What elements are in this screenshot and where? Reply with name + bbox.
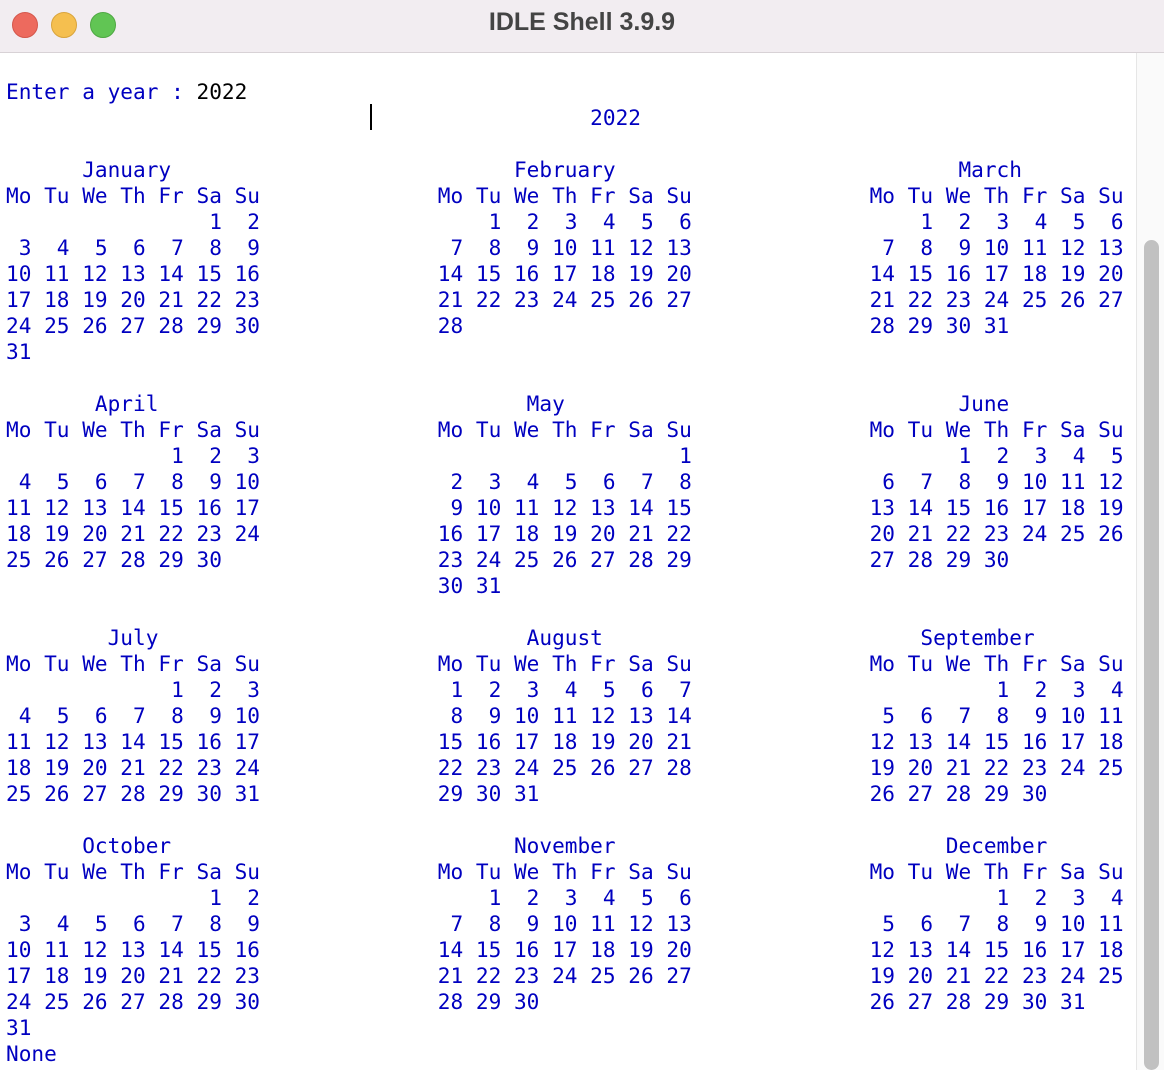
- shell-output-line: 18 19 20 21 22 23 24 22 23 24 25 26 27 2…: [6, 755, 1124, 780]
- shell-output-line: 3 4 5 6 7 8 9 7 8 9 10 11 12 13 7 8 9 10…: [6, 235, 1124, 260]
- shell-output-line: 1 2 3 1 1 2 3 4 5: [6, 443, 1124, 468]
- shell-output-line: October November December: [6, 833, 1048, 858]
- shell-output-line: 1 2 1 2 3 4 5 6 1 2 3 4: [6, 885, 1124, 910]
- title-bar: IDLE Shell 3.9.9: [0, 0, 1164, 53]
- shell-output-line: 25 26 27 28 29 30 23 24 25 26 27 28 29 2…: [6, 547, 1010, 572]
- shell-output-line: 24 25 26 27 28 29 30 28 29 30 26 27 28 2…: [6, 989, 1086, 1014]
- shell-output-line: 11 12 13 14 15 16 17 15 16 17 18 19 20 2…: [6, 729, 1124, 754]
- shell-output-line: 11 12 13 14 15 16 17 9 10 11 12 13 14 15…: [6, 495, 1124, 520]
- shell-output-line: 17 18 19 20 21 22 23 21 22 23 24 25 26 2…: [6, 287, 1124, 312]
- shell-output-line: 3 4 5 6 7 8 9 7 8 9 10 11 12 13 5 6 7 8 …: [6, 911, 1124, 936]
- shell-output-line: Mo Tu We Th Fr Sa Su Mo Tu We Th Fr Sa S…: [6, 183, 1124, 208]
- shell-output-line: 4 5 6 7 8 9 10 8 9 10 11 12 13 14 5 6 7 …: [6, 703, 1124, 728]
- shell-output-line: January February March: [6, 157, 1022, 182]
- shell-output-line: 10 11 12 13 14 15 16 14 15 16 17 18 19 2…: [6, 937, 1124, 962]
- scrollbar-thumb[interactable]: [1144, 240, 1159, 1070]
- input-prompt-line: Enter a year : 2022: [6, 79, 247, 105]
- shell-output-line: 10 11 12 13 14 15 16 14 15 16 17 18 19 2…: [6, 261, 1124, 286]
- shell-output-line: 2022: [6, 105, 641, 130]
- shell-output-line: 30 31: [6, 573, 502, 598]
- shell-output-line: 4 5 6 7 8 9 10 2 3 4 5 6 7 8 6 7 8 9 10 …: [6, 469, 1124, 494]
- shell-output-line: Mo Tu We Th Fr Sa Su Mo Tu We Th Fr Sa S…: [6, 651, 1124, 676]
- window-title: IDLE Shell 3.9.9: [488, 8, 676, 36]
- shell-output-line: 24 25 26 27 28 29 30 28 28 29 30 31: [6, 313, 1010, 338]
- prompt-label: Enter a year :: [6, 79, 197, 104]
- shell-output-line: 31: [6, 339, 32, 364]
- shell-output-line: Mo Tu We Th Fr Sa Su Mo Tu We Th Fr Sa S…: [6, 417, 1124, 442]
- shell-output-line: 1 2 3 1 2 3 4 5 6 7 1 2 3 4: [6, 677, 1124, 702]
- shell-output-area[interactable]: Enter a year : 2022 2022 January Februar…: [0, 53, 1136, 1070]
- shell-output-line: 25 26 27 28 29 30 31 29 30 31 26 27 28 2…: [6, 781, 1048, 806]
- shell-output-line: 31: [6, 1015, 32, 1040]
- shell-output-line: Mo Tu We Th Fr Sa Su Mo Tu We Th Fr Sa S…: [6, 859, 1124, 884]
- shell-output-line: 18 19 20 21 22 23 24 16 17 18 19 20 21 2…: [6, 521, 1124, 546]
- shell-output-line: April May June: [6, 391, 1010, 416]
- shell-output-line: 17 18 19 20 21 22 23 21 22 23 24 25 26 2…: [6, 963, 1124, 988]
- shell-output-line: 1 2 1 2 3 4 5 6 1 2 3 4 5 6: [6, 209, 1124, 234]
- year-input-value[interactable]: 2022: [197, 79, 248, 104]
- text-cursor: [370, 104, 372, 130]
- shell-output-line: None: [6, 1041, 57, 1066]
- shell-output-line: July August September: [6, 625, 1035, 650]
